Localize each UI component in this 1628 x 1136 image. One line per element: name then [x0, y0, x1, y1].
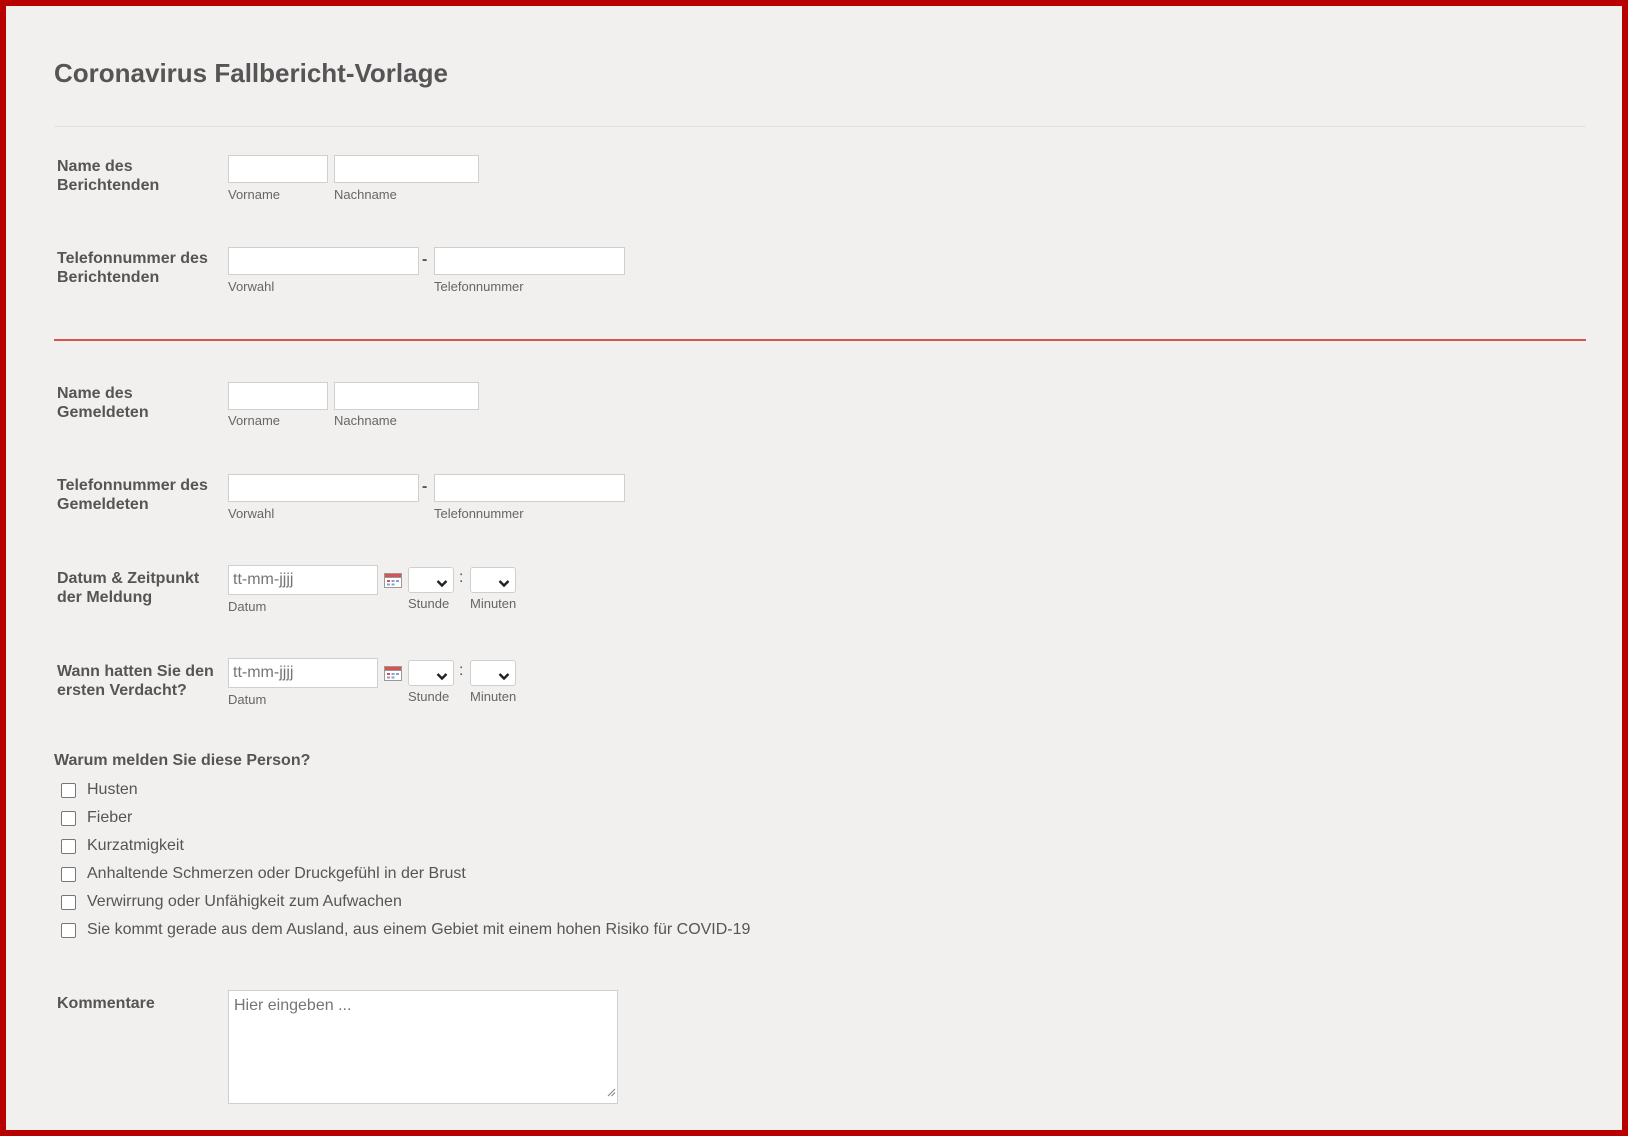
report-minute-sublabel: Minuten	[470, 596, 517, 611]
reported-first-name-sublabel: Vorname	[228, 413, 281, 428]
checkbox-husten[interactable]	[61, 783, 76, 798]
section-divider	[54, 339, 1586, 341]
reporter-last-name-input[interactable]	[334, 155, 479, 183]
report-date-input[interactable]	[228, 565, 378, 595]
suspicion-hour-sublabel: Stunde	[408, 689, 450, 704]
calendar-icon[interactable]	[384, 572, 402, 593]
reported-first-name-input[interactable]	[228, 382, 328, 410]
comments-label: Kommentare	[57, 995, 155, 1012]
checkbox-label-brustschmerzen[interactable]: Anhaltende Schmerzen oder Druckgefühl in…	[87, 865, 466, 883]
reasons-question: Warum melden Sie diese Person?	[54, 752, 311, 769]
suspicion-date-input[interactable]	[228, 658, 378, 688]
reported-phone-separator: -	[422, 478, 428, 495]
reporter-phone-label: Telefonnummer des Berichtenden	[57, 250, 208, 286]
reported-phone-number-sublabel: Telefonnummer	[434, 506, 524, 521]
reporter-phone-number-input[interactable]	[434, 247, 625, 275]
form-frame: Coronavirus Fallbericht-Vorlage Name des…	[0, 0, 1628, 1136]
checkbox-ausland[interactable]	[61, 923, 76, 938]
reported-phone-label: Telefonnummer des Gemeldeten	[57, 477, 208, 513]
reporter-first-name-input[interactable]	[228, 155, 328, 183]
checkbox-fieber[interactable]	[61, 811, 76, 826]
reported-area-code-sublabel: Vorwahl	[228, 506, 275, 521]
suspicion-time-separator: :	[459, 662, 464, 679]
checkbox-brustschmerzen[interactable]	[61, 867, 76, 882]
reported-name-label: Name des Gemeldeten	[57, 385, 149, 421]
checkbox-label-husten[interactable]: Husten	[87, 781, 138, 799]
report-date-sublabel: Datum	[228, 599, 267, 614]
checkbox-label-verwirrung[interactable]: Verwirrung oder Unfähigkeit zum Aufwache…	[87, 893, 402, 911]
page-title: Coronavirus Fallbericht-Vorlage	[54, 58, 448, 88]
comments-wrapper	[228, 990, 618, 1104]
comments-textarea[interactable]	[228, 990, 618, 1104]
resize-handle-icon[interactable]	[606, 1084, 616, 1102]
checkbox-verwirrung[interactable]	[61, 895, 76, 910]
reporter-first-name-sublabel: Vorname	[228, 187, 281, 202]
reporter-area-code-input[interactable]	[228, 247, 419, 275]
calendar-icon[interactable]	[384, 665, 402, 686]
reported-last-name-sublabel: Nachname	[334, 413, 397, 428]
suspicion-datetime-label: Wann hatten Sie den ersten Verdacht?	[57, 663, 214, 699]
chevron-down-icon	[498, 575, 510, 593]
chevron-down-icon	[498, 668, 510, 686]
checkbox-label-kurzatmigkeit[interactable]: Kurzatmigkeit	[87, 837, 184, 855]
reporter-phone-number-sublabel: Telefonnummer	[434, 279, 524, 294]
reporter-area-code-sublabel: Vorwahl	[228, 279, 275, 294]
reporter-last-name-sublabel: Nachname	[334, 187, 397, 202]
report-datetime-label: Datum & Zeitpunkt der Meldung	[57, 570, 200, 606]
reported-area-code-input[interactable]	[228, 474, 419, 502]
reported-last-name-input[interactable]	[334, 382, 479, 410]
checkbox-label-fieber[interactable]: Fieber	[87, 809, 132, 827]
suspicion-date-sublabel: Datum	[228, 692, 267, 707]
checkbox-label-ausland[interactable]: Sie kommt gerade aus dem Ausland, aus ei…	[87, 921, 750, 939]
chevron-down-icon	[436, 575, 448, 593]
reported-phone-number-input[interactable]	[434, 474, 625, 502]
report-time-separator: :	[459, 569, 464, 586]
reporter-name-label: Name des Berichtenden	[57, 158, 160, 194]
checkbox-kurzatmigkeit[interactable]	[61, 839, 76, 854]
report-hour-sublabel: Stunde	[408, 596, 450, 611]
reporter-phone-separator: -	[422, 251, 428, 268]
chevron-down-icon	[436, 668, 448, 686]
title-divider	[54, 126, 1586, 127]
suspicion-minute-sublabel: Minuten	[470, 689, 517, 704]
